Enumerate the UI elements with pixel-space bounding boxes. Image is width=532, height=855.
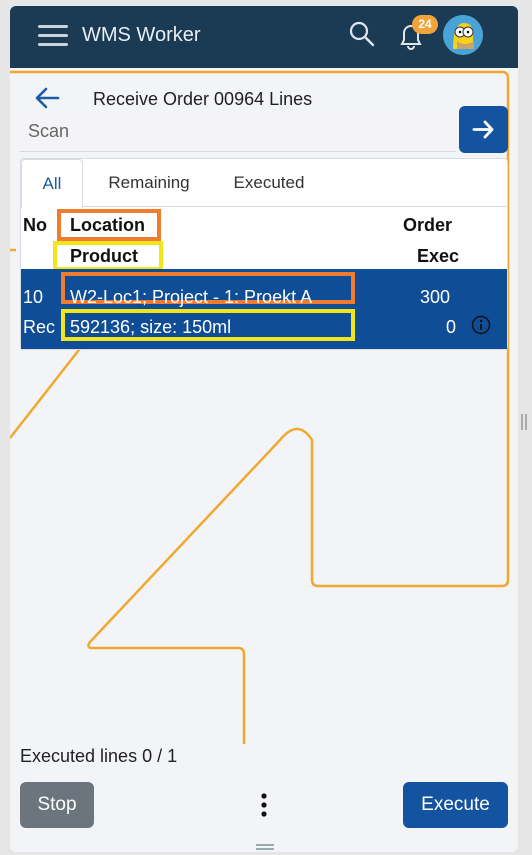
- row-location: W2-Loc1; Project - 1: Proekt A: [70, 287, 313, 307]
- tab-all[interactable]: All: [21, 159, 83, 208]
- top-app-bar: WMS Worker 24: [10, 6, 518, 68]
- main-content: Receive Order 00964 Lines All Remaining …: [10, 68, 518, 744]
- row-line-type: Rec: [23, 317, 56, 337]
- app-title: WMS Worker: [82, 24, 201, 46]
- tab-remaining[interactable]: Remaining: [93, 159, 205, 207]
- executed-lines-summary: Executed lines 0 / 1: [20, 746, 178, 766]
- table-row[interactable]: 10 Rec W2-Loc1; Project - 1: Proekt A 30…: [21, 269, 507, 349]
- info-icon[interactable]: [471, 315, 491, 335]
- scan-input[interactable]: [28, 112, 448, 151]
- row-product: 592136; size: 150ml: [70, 317, 232, 337]
- column-header-product: Product: [70, 246, 139, 266]
- more-vertical-icon[interactable]: [256, 792, 272, 822]
- bottom-resize-handle[interactable]: [256, 844, 274, 850]
- column-header-no: No: [23, 215, 47, 235]
- scan-submit-button[interactable]: [459, 106, 508, 153]
- tab-executed[interactable]: Executed: [217, 159, 321, 207]
- user-avatar[interactable]: [443, 15, 483, 55]
- side-resize-handle[interactable]: [521, 414, 527, 430]
- scan-field[interactable]: [20, 112, 456, 152]
- hamburger-menu-icon[interactable]: [38, 23, 70, 47]
- filter-tabs: All Remaining Executed: [21, 159, 507, 208]
- arrow-left-icon[interactable]: [34, 86, 62, 110]
- row-exec-qty: 0: [446, 317, 457, 337]
- lines-card: All Remaining Executed No Location Order…: [20, 158, 508, 350]
- arrow-right-icon: [472, 120, 494, 139]
- page-header: Receive Order 00964 Lines: [10, 78, 518, 114]
- search-icon[interactable]: [348, 20, 376, 48]
- execute-button[interactable]: Execute: [403, 782, 508, 828]
- column-header-order: Order: [403, 215, 453, 235]
- app-screen: WMS Worker 24 Receive Order 00964 Lines …: [10, 6, 518, 852]
- row-line-number: 10: [23, 287, 44, 307]
- row-order-qty: 300: [420, 287, 451, 307]
- column-header-location: Location: [70, 215, 145, 235]
- notification-count-badge: 24: [412, 15, 438, 34]
- stop-button[interactable]: Stop: [20, 782, 94, 828]
- column-header-exec: Exec: [417, 246, 460, 266]
- page-title: Receive Order 00964 Lines: [93, 89, 313, 109]
